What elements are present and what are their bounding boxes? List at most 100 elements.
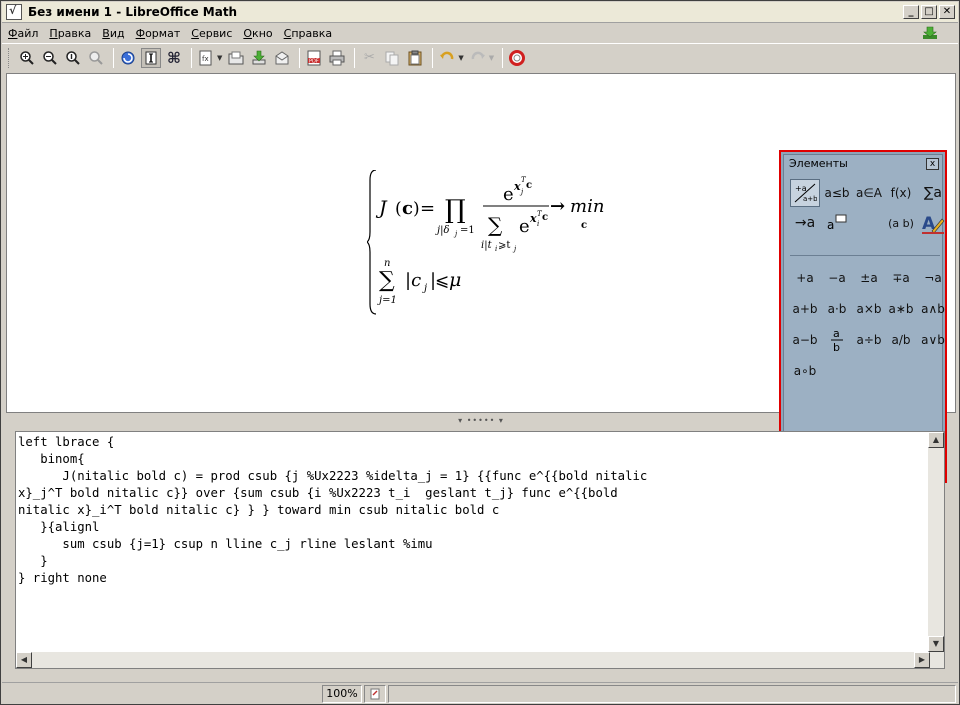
formula-prod-sub-j: j: [453, 230, 458, 238]
menu-window[interactable]: Окно: [243, 27, 272, 40]
elements-close-button[interactable]: x: [926, 158, 939, 170]
export-pdf-icon[interactable]: PDF: [304, 48, 324, 68]
download-update-icon[interactable]: [922, 26, 938, 40]
toolbar-separator: [432, 47, 434, 68]
symbol-and[interactable]: a∧b: [918, 294, 948, 323]
menu-tools[interactable]: Сервис: [191, 27, 232, 40]
symbol-compose[interactable]: a∘b: [790, 356, 820, 385]
toolbar-grip[interactable]: [8, 47, 11, 68]
horizontal-scrollbar[interactable]: ◀ ▶: [16, 652, 930, 668]
close-button[interactable]: ✕: [939, 5, 955, 19]
formula-num-sup: x: [513, 180, 521, 193]
svg-text:PDF: PDF: [309, 58, 319, 64]
maximize-button[interactable]: □: [921, 5, 937, 19]
splitter-grip[interactable]: ▾ ••••• ▾: [458, 416, 504, 425]
symbol-asterisk[interactable]: a∗b: [886, 294, 916, 323]
formula-leq: ⩽: [435, 271, 449, 291]
formula-min: min: [570, 196, 604, 217]
zoom-in-icon[interactable]: [17, 48, 37, 68]
category-operators[interactable]: ∑a: [918, 179, 948, 207]
svg-text:a: a: [833, 327, 840, 340]
svg-text:b: b: [833, 341, 840, 353]
scroll-right-icon[interactable]: ▶: [914, 652, 930, 668]
vertical-scrollbar[interactable]: ▲ ▼: [928, 432, 944, 668]
status-bar: 100%: [2, 682, 958, 704]
title-bar: Без имени 1 - LibreOffice Math _ □ ✕: [2, 2, 958, 23]
redo-icon[interactable]: [468, 48, 488, 68]
category-brackets[interactable]: (a b): [886, 209, 916, 237]
formula-den-e: e: [519, 216, 530, 237]
formula-num-sup-c: c: [526, 180, 532, 191]
scroll-down-icon[interactable]: ▼: [928, 636, 944, 652]
symbol-times[interactable]: a×b: [854, 294, 884, 323]
category-unary-binary[interactable]: +a a+b: [790, 179, 820, 207]
command-editor[interactable]: left lbrace { binom{ J(nitalic bold c) =…: [15, 431, 945, 669]
symbols-icon[interactable]: ⌘: [164, 48, 184, 68]
dropdown-arrow-icon[interactable]: ▼: [458, 54, 463, 62]
cut-icon[interactable]: ✂: [359, 48, 379, 68]
symbol-subtract[interactable]: a−b: [790, 325, 820, 354]
copy-icon[interactable]: [382, 48, 402, 68]
import-formula-icon[interactable]: fx: [196, 48, 216, 68]
elements-title: Элементы: [789, 157, 848, 170]
dropdown-arrow-icon[interactable]: ▼: [489, 54, 494, 62]
mail-icon[interactable]: [272, 48, 292, 68]
symbol-plus[interactable]: +a: [790, 263, 820, 292]
toolbar-separator: [299, 47, 301, 68]
zoom-level[interactable]: 100%: [322, 684, 362, 703]
formula-den-sum: ∑: [488, 213, 503, 237]
formula-sum: ∑: [379, 268, 395, 293]
category-formats[interactable]: A: [918, 209, 948, 237]
symbol-minus-plus[interactable]: ∓a: [886, 263, 916, 292]
toolbar-separator: [113, 47, 114, 68]
symbol-add[interactable]: a+b: [790, 294, 820, 323]
symbol-slash[interactable]: a/b: [886, 325, 916, 354]
svg-text:a+b: a+b: [803, 195, 817, 203]
undo-icon[interactable]: [437, 48, 457, 68]
menu-format[interactable]: Формат: [136, 27, 181, 40]
symbol-not[interactable]: ¬a: [918, 263, 948, 292]
formula-view[interactable]: J ( c ) = ∏ j|δ j =1 e x T j c ∑ i|t i ⩾…: [6, 73, 956, 483]
category-functions[interactable]: f(x): [886, 179, 916, 207]
svg-text:+a: +a: [795, 184, 807, 193]
symbol-or[interactable]: a∨b: [918, 325, 948, 354]
symbol-minus[interactable]: −a: [822, 263, 852, 292]
show-all-icon[interactable]: [86, 48, 106, 68]
scroll-up-icon[interactable]: ▲: [928, 432, 944, 448]
command-text[interactable]: left lbrace { binom{ J(nitalic bold c) =…: [18, 434, 928, 587]
category-others[interactable]: a: [822, 209, 852, 237]
app-icon: [6, 4, 22, 20]
print-icon[interactable]: [327, 48, 347, 68]
category-set-operations[interactable]: a∈A: [854, 179, 884, 207]
save-icon[interactable]: [249, 48, 269, 68]
menu-view[interactable]: Вид: [102, 27, 124, 40]
splitter[interactable]: ▾ ••••• ▾: [6, 413, 956, 427]
help-icon[interactable]: [507, 48, 527, 68]
menu-edit[interactable]: Правка: [49, 27, 91, 40]
formula-cursor-icon[interactable]: [141, 47, 161, 68]
rendered-formula: J ( c ) = ∏ j|δ j =1 e x T j c ∑ i|t i ⩾…: [367, 170, 604, 315]
formula-den-sup-c: c: [542, 212, 548, 223]
open-icon[interactable]: [226, 48, 246, 68]
minimize-button[interactable]: _: [903, 5, 919, 19]
dropdown-arrow-icon[interactable]: ▼: [217, 54, 222, 62]
menu-file[interactable]: Файл: [8, 27, 38, 40]
window-controls: _ □ ✕: [903, 5, 955, 19]
symbol-fraction[interactable]: ab: [822, 325, 852, 354]
paste-icon[interactable]: [405, 48, 425, 68]
category-attributes[interactable]: →a: [790, 209, 820, 237]
category-relations[interactable]: a≤b: [822, 179, 852, 207]
update-icon[interactable]: [118, 48, 138, 68]
symbol-plus-minus[interactable]: ±a: [854, 263, 884, 292]
symbol-divide[interactable]: a÷b: [854, 325, 884, 354]
zoom-out-icon[interactable]: [40, 48, 60, 68]
menu-help[interactable]: Справка: [284, 27, 332, 40]
formula-num: e: [503, 184, 514, 205]
toolbar-separator: [502, 47, 504, 68]
zoom-100-icon[interactable]: [63, 48, 83, 68]
scroll-left-icon[interactable]: ◀: [16, 652, 32, 668]
symbol-dot[interactable]: a·b: [822, 294, 852, 323]
status-left: [2, 685, 320, 703]
document-modified-icon[interactable]: [364, 684, 386, 703]
formula-prod-sub: j|δ: [435, 225, 450, 236]
